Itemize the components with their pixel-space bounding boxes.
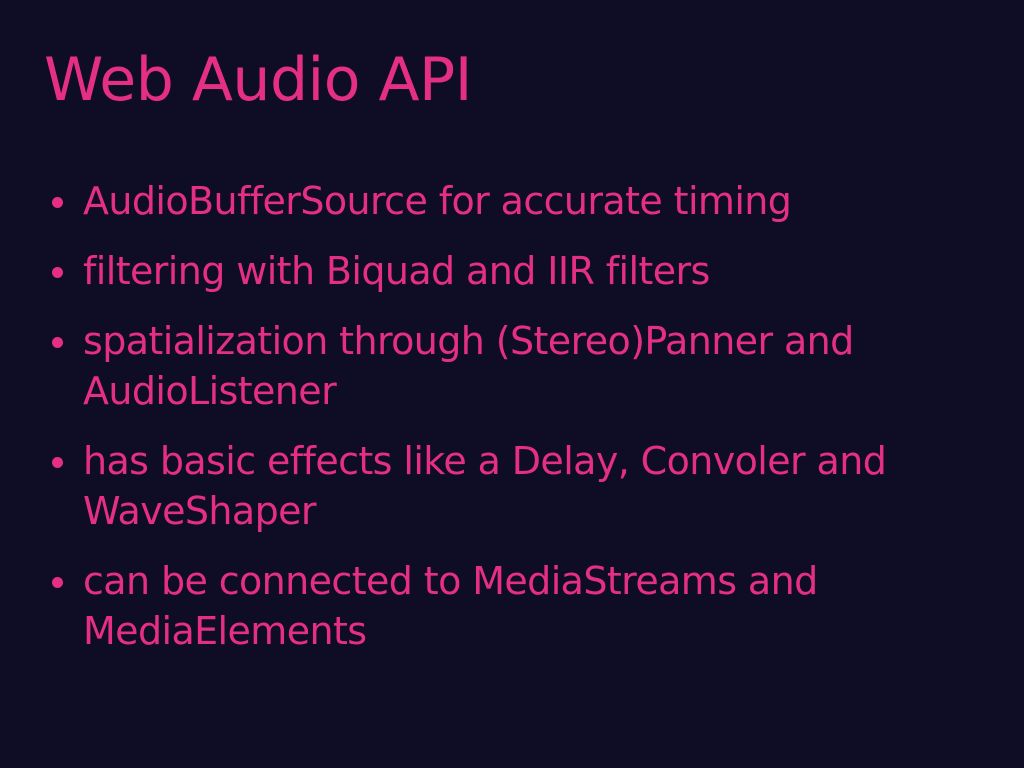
slide-title: Web Audio API	[44, 45, 472, 115]
bullet-dot-icon	[52, 337, 63, 348]
bullet-item: spatialization through (Stereo)Panner an…	[44, 316, 984, 416]
bullet-dot-icon	[52, 197, 63, 208]
bullet-item: can be connected to MediaStreams and Med…	[44, 556, 984, 656]
bullet-item: has basic effects like a Delay, Convoler…	[44, 436, 984, 536]
slide: Web Audio API AudioBufferSource for accu…	[0, 0, 1024, 768]
bullet-text: has basic effects like a Delay, Convoler…	[83, 439, 887, 533]
bullet-list: AudioBufferSource for accurate timing fi…	[44, 176, 984, 676]
bullet-dot-icon	[52, 457, 63, 468]
bullet-text: filtering with Biquad and IIR filters	[83, 249, 710, 293]
bullet-text: spatialization through (Stereo)Panner an…	[83, 319, 854, 413]
bullet-text: can be connected to MediaStreams and Med…	[83, 559, 818, 653]
bullet-dot-icon	[52, 577, 63, 588]
bullet-item: AudioBufferSource for accurate timing	[44, 176, 984, 226]
bullet-item: filtering with Biquad and IIR filters	[44, 246, 984, 296]
bullet-text: AudioBufferSource for accurate timing	[83, 179, 792, 223]
bullet-dot-icon	[52, 267, 63, 278]
